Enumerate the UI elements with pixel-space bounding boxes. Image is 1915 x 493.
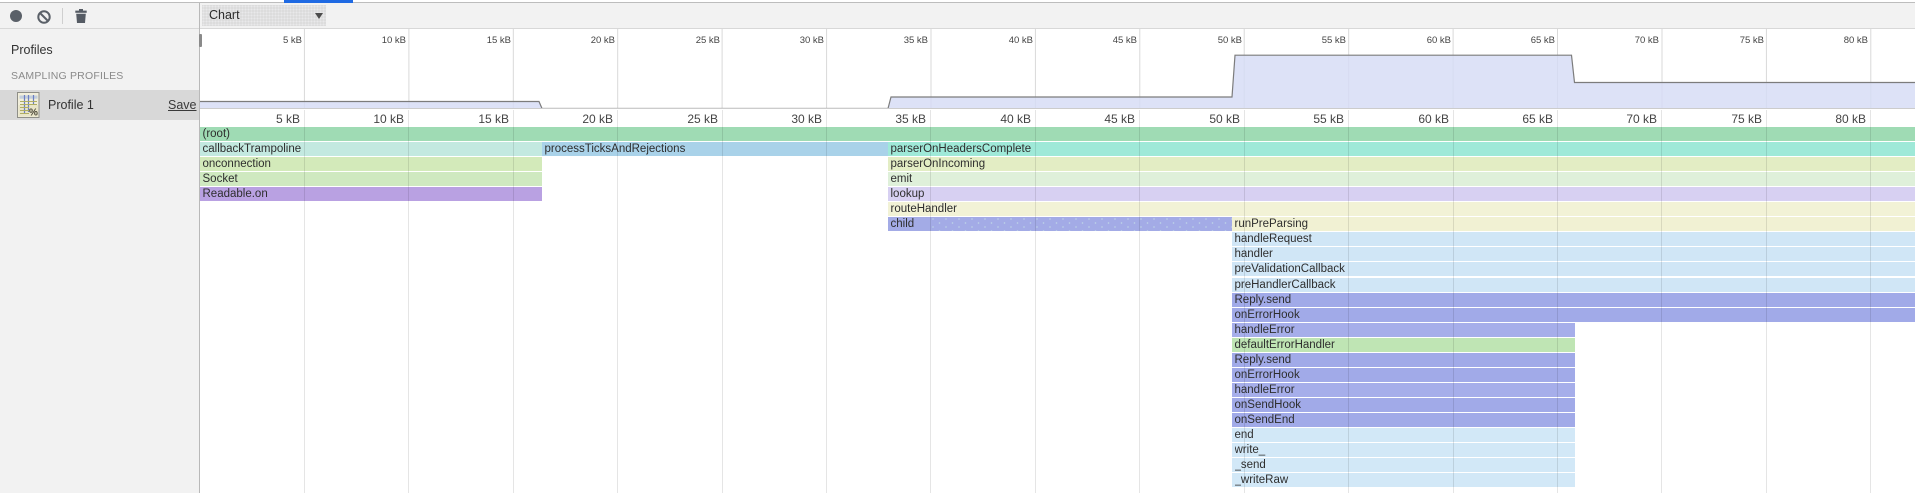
svg-text:%: % bbox=[29, 108, 38, 119]
